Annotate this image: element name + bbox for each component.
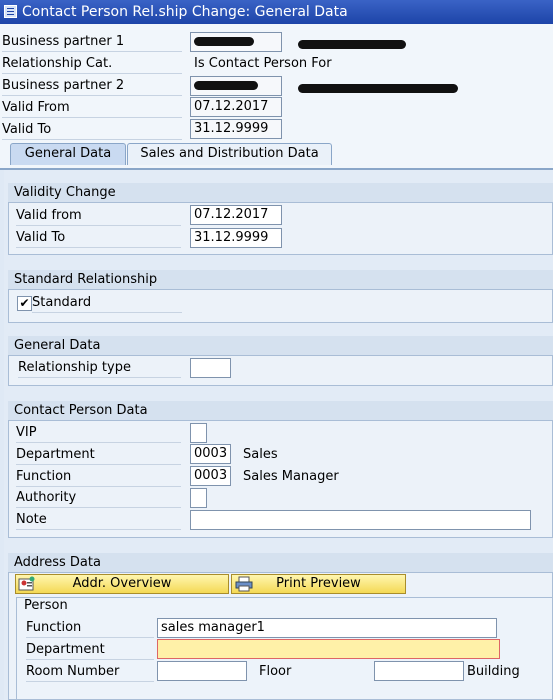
- window-title-bar: Contact Person Rel.ship Change: General …: [0, 0, 553, 24]
- business-partner-1-name: [298, 37, 406, 52]
- valid-from-field[interactable]: 07.12.2017: [190, 97, 282, 117]
- note-label: Note: [16, 511, 181, 530]
- business-partner-2-label: Business partner 2: [2, 77, 182, 96]
- vip-label: VIP: [16, 424, 181, 443]
- function-text: Sales Manager: [243, 469, 339, 484]
- window-menu-icon[interactable]: [4, 5, 17, 18]
- person-department-label: Department: [26, 641, 154, 660]
- floor-label: Floor: [259, 664, 292, 679]
- floor-input[interactable]: [374, 661, 464, 681]
- valid-from-label: Valid From: [2, 99, 182, 118]
- contact-person-data-title: Contact Person Data: [8, 401, 553, 421]
- person-department-input[interactable]: [157, 639, 500, 659]
- note-input[interactable]: [190, 510, 531, 530]
- relationship-type-label: Relationship type: [18, 359, 181, 378]
- standard-checkbox[interactable]: ✔: [17, 296, 32, 311]
- checkmark-icon: ✔: [19, 296, 30, 310]
- function-label: Function: [16, 468, 181, 487]
- validity-valid-from-label: Valid from: [16, 207, 181, 226]
- relationship-cat-value: Is Contact Person For: [194, 56, 332, 71]
- address-data-title: Address Data: [8, 553, 553, 573]
- person-title: Person: [24, 598, 68, 613]
- valid-to-label: Valid To: [2, 121, 182, 140]
- validity-valid-to-input[interactable]: 31.12.9999: [190, 228, 282, 248]
- redacted-value: [194, 81, 258, 90]
- relationship-type-input[interactable]: [190, 358, 231, 378]
- business-partner-1-label: Business partner 1: [2, 33, 182, 52]
- room-number-input[interactable]: [157, 661, 247, 681]
- standard-relationship-title: Standard Relationship: [8, 270, 553, 290]
- print-preview-label: Print Preview: [276, 576, 361, 591]
- room-number-label: Room Number: [26, 663, 154, 682]
- tab-general-data[interactable]: General Data: [10, 143, 126, 165]
- validity-valid-from-input[interactable]: 07.12.2017: [190, 205, 282, 225]
- validity-valid-to-label: Valid To: [16, 229, 181, 248]
- person-function-label: Function: [26, 619, 154, 638]
- valid-to-field[interactable]: 31.12.9999: [190, 119, 282, 139]
- building-label: Building: [467, 664, 520, 679]
- authority-input[interactable]: [190, 488, 207, 508]
- vip-input[interactable]: [190, 423, 207, 443]
- redacted-value: [298, 40, 406, 49]
- department-code-input[interactable]: 0003: [190, 444, 231, 464]
- department-text: Sales: [243, 447, 278, 462]
- authority-label: Authority: [16, 489, 181, 508]
- redacted-value: [194, 37, 254, 46]
- function-code-input[interactable]: 0003: [190, 466, 231, 486]
- business-partner-1-field[interactable]: [190, 32, 282, 52]
- standard-label: Standard: [32, 294, 182, 313]
- addr-overview-button[interactable]: Addr. Overview: [15, 574, 229, 594]
- general-data-title: General Data: [8, 336, 553, 356]
- tab-sales-distribution-data[interactable]: Sales and Distribution Data: [127, 143, 332, 165]
- redacted-value: [298, 84, 458, 93]
- addr-overview-label: Addr. Overview: [72, 576, 172, 591]
- business-partner-2-field[interactable]: [190, 76, 282, 96]
- relationship-cat-label: Relationship Cat.: [2, 55, 182, 74]
- person-function-input[interactable]: sales manager1: [157, 618, 497, 638]
- printer-icon: [235, 576, 253, 592]
- address-overview-icon: [18, 576, 35, 591]
- print-preview-button[interactable]: Print Preview: [231, 574, 406, 594]
- department-label: Department: [16, 446, 181, 465]
- business-partner-2-name: [298, 81, 458, 96]
- window-title: Contact Person Rel.ship Change: General …: [22, 4, 348, 20]
- validity-change-title: Validity Change: [8, 183, 553, 203]
